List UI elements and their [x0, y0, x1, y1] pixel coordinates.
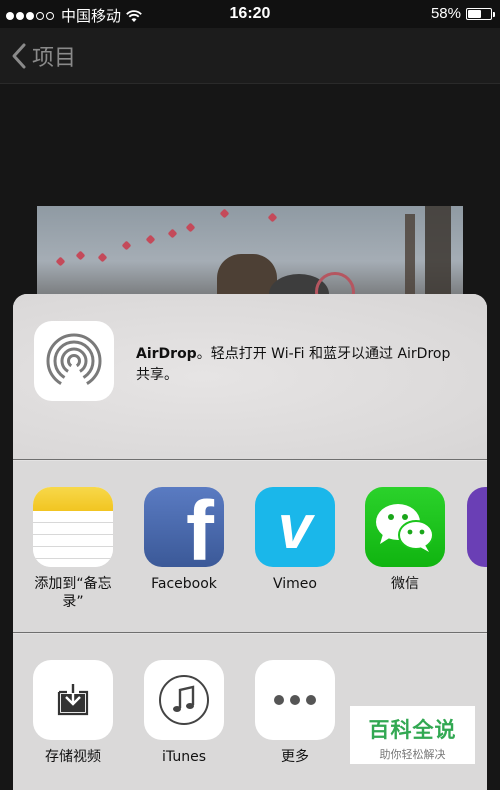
share-app-vimeo[interactable]: v Vimeo: [247, 487, 343, 593]
share-app-label: Facebook: [151, 576, 217, 592]
navigation-bar: 项目: [0, 28, 500, 84]
airdrop-title: AirDrop: [136, 346, 197, 362]
itunes-icon: [144, 660, 224, 740]
wechat-icon: [365, 487, 445, 567]
battery-icon: [466, 7, 495, 20]
save-video-icon: [33, 660, 113, 740]
airdrop-icon[interactable]: [34, 321, 114, 401]
back-label: 项目: [32, 46, 77, 71]
share-app-notes[interactable]: 添加到“备忘录”: [25, 487, 121, 611]
share-app-label: 微信: [391, 576, 419, 592]
notes-icon: [33, 487, 113, 567]
facebook-icon: f: [144, 487, 224, 567]
action-more[interactable]: 更多: [247, 660, 343, 766]
battery-percentage: 58%: [430, 5, 461, 22]
more-icon: [255, 660, 335, 740]
back-button[interactable]: 项目: [10, 40, 76, 72]
project-thumbnail-image: [37, 206, 463, 306]
watermark-subtitle: 助你轻松解决: [379, 748, 446, 761]
chevron-left-icon: [12, 43, 26, 69]
airdrop-message: AirDrop。轻点打开 Wi-Fi 和蓝牙以通过 AirDrop 共享。: [136, 344, 466, 386]
action-label: 存储视频: [45, 749, 101, 765]
watermark-logo: 百科全说 助你轻松解决: [350, 706, 475, 764]
action-save-video[interactable]: 存储视频: [25, 660, 121, 766]
share-app-partial[interactable]: [467, 487, 487, 567]
battery-fill: [468, 9, 481, 18]
airdrop-rings-icon: [46, 333, 102, 389]
status-time: 16:20: [229, 5, 271, 22]
share-app-facebook[interactable]: f Facebook: [136, 487, 232, 593]
action-label: iTunes: [162, 749, 206, 765]
vimeo-icon: v: [255, 487, 335, 567]
app-icon: [467, 487, 487, 567]
watermark-title: 百科全说: [368, 718, 457, 742]
share-app-label: 添加到“备忘录”: [34, 576, 112, 610]
action-label: 更多: [281, 749, 309, 765]
airdrop-section[interactable]: AirDrop。轻点打开 Wi-Fi 和蓝牙以通过 AirDrop 共享。: [13, 294, 487, 460]
share-apps-row: 添加到“备忘录” f Facebook v Vimeo 微信: [13, 461, 487, 633]
share-app-wechat[interactable]: 微信: [357, 487, 453, 593]
action-itunes[interactable]: iTunes: [136, 660, 232, 766]
status-right: 58%: [430, 5, 495, 22]
status-bar: 中国移动 16:20 58%: [0, 0, 500, 28]
share-app-label: Vimeo: [273, 576, 317, 592]
